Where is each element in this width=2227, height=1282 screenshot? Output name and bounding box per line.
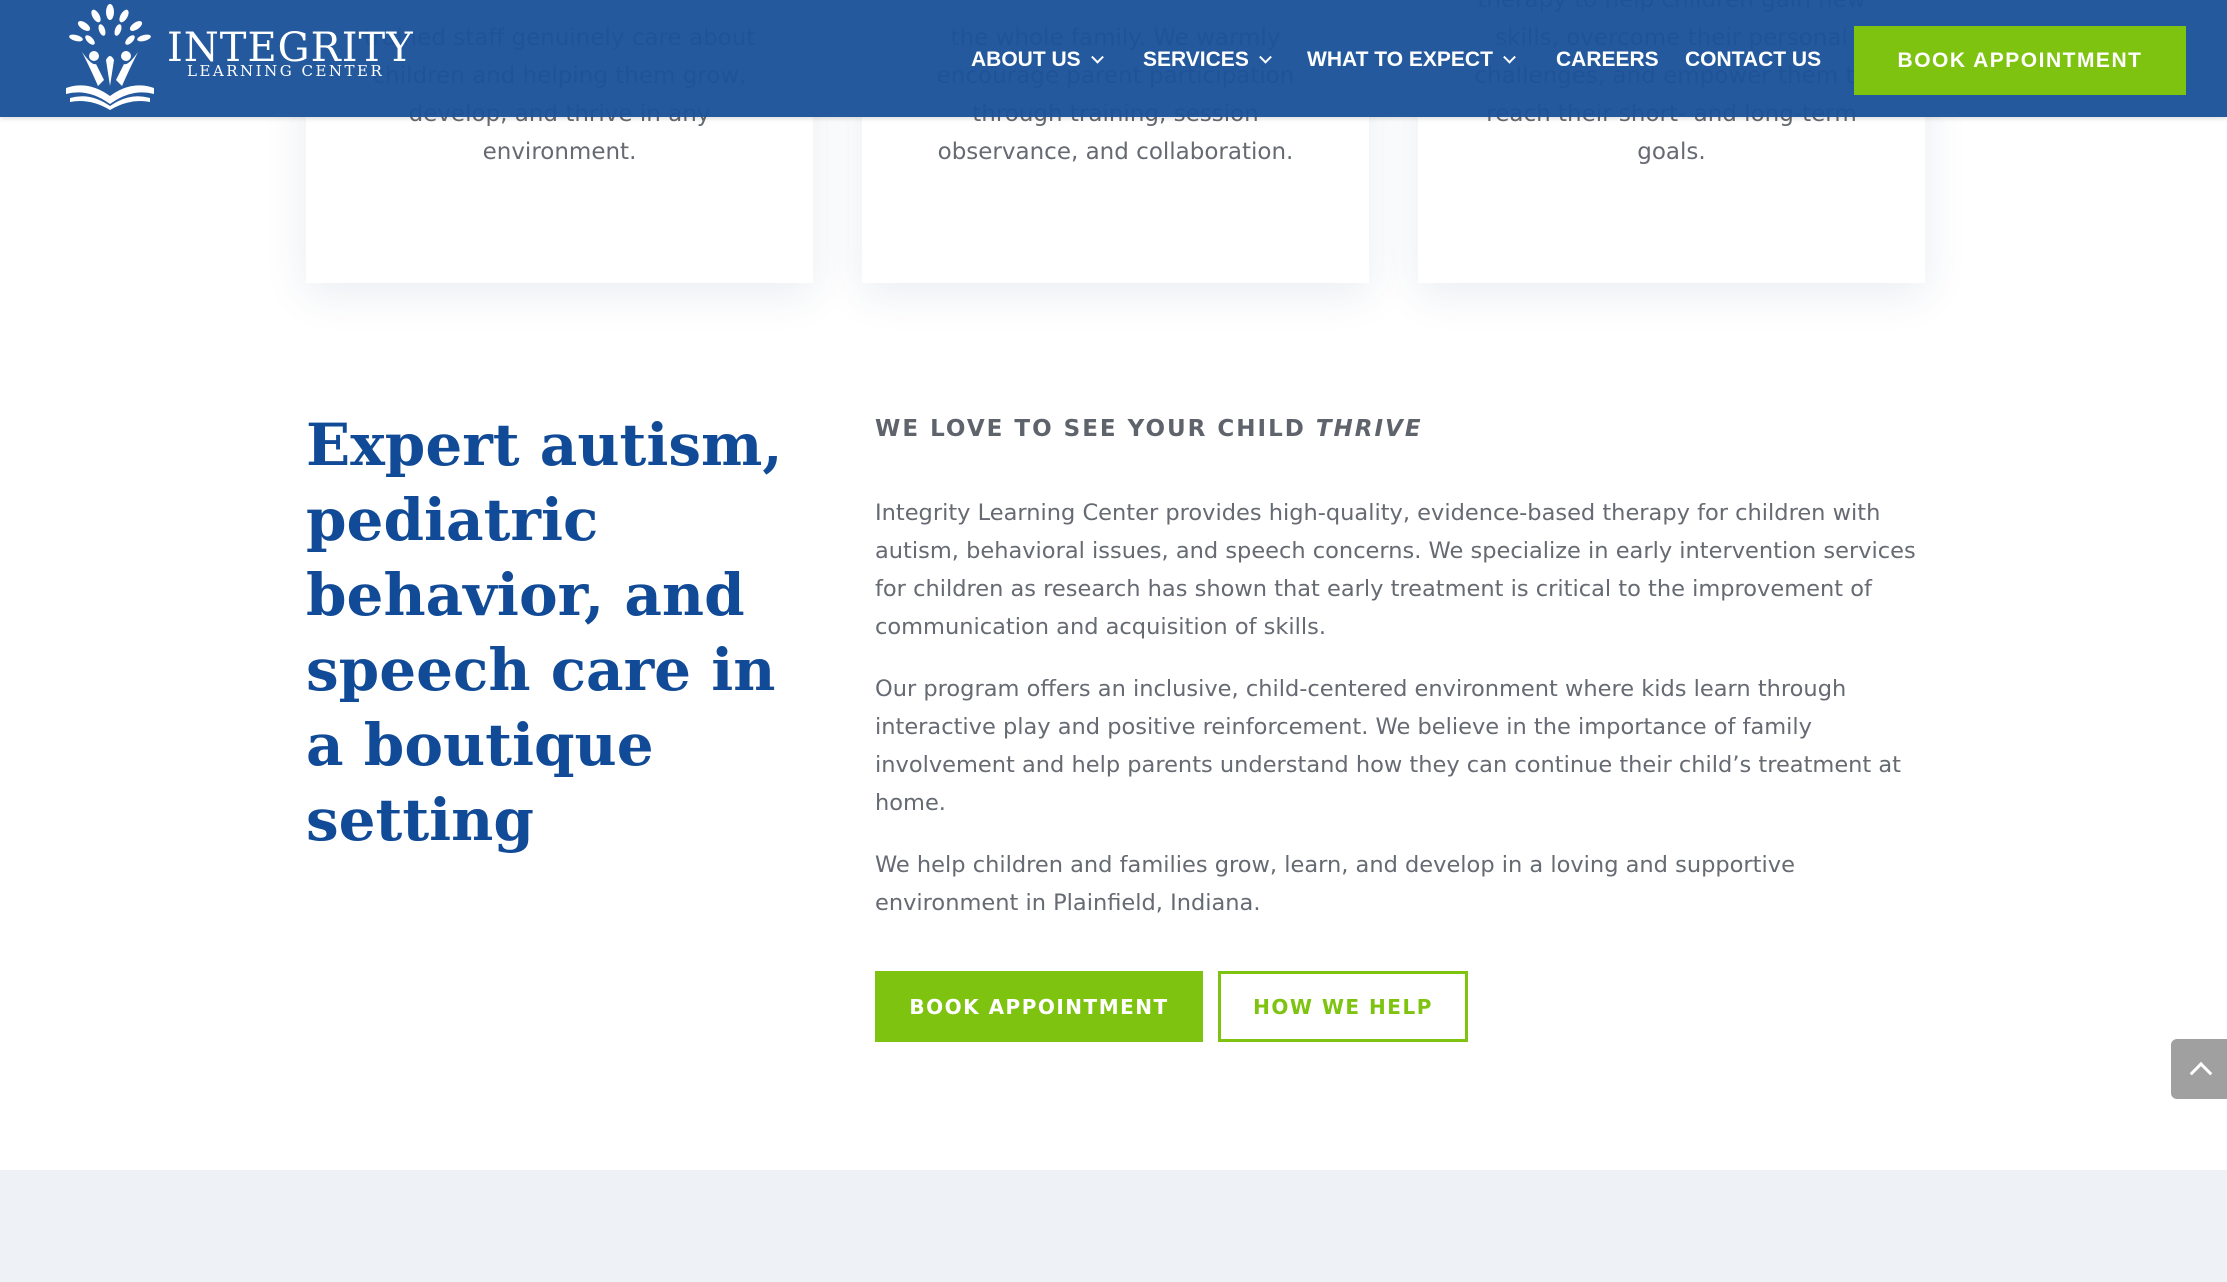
next-section-background: [0, 1170, 2227, 1282]
location-paragraph: We help children and families grow, lear…: [875, 852, 1795, 916]
nav-about-us[interactable]: ABOUT US: [971, 45, 1104, 75]
section-subtitle: WE LOVE TO SEE YOUR CHILD THRIVE: [875, 414, 1423, 444]
subtitle-prefix: WE LOVE TO SEE YOUR CHILD: [875, 416, 1316, 442]
how-we-help-button[interactable]: HOW WE HELP: [1218, 971, 1468, 1042]
nav-label: ABOUT US: [971, 48, 1081, 71]
site-header: INTEGRITY LEARNING CENTER ABOUT US SERVI…: [0, 0, 2227, 117]
logo-subtitle: LEARNING CENTER: [187, 62, 385, 80]
tree-book-children-logo-icon: [66, 4, 154, 110]
section-headline: Expert autism, pediatric behavior, and s…: [306, 411, 783, 854]
nav-label: CONTACT US: [1685, 48, 1822, 71]
chevron-up-icon: [2189, 1061, 2213, 1085]
chevron-down-icon: [1090, 50, 1104, 64]
nav-label: SERVICES: [1143, 48, 1249, 71]
nav-label: CAREERS: [1556, 48, 1659, 71]
nav-services[interactable]: SERVICES: [1143, 45, 1272, 75]
scroll-to-top-button[interactable]: [2171, 1039, 2227, 1099]
nav-careers[interactable]: CAREERS: [1556, 45, 1659, 75]
subtitle-emphasis: THRIVE: [1315, 416, 1423, 442]
chevron-down-icon: [1503, 50, 1516, 64]
intro-paragraph: Integrity Learning Center provides high-…: [875, 500, 1916, 640]
book-appointment-button[interactable]: BOOK APPOINTMENT: [875, 971, 1203, 1042]
site-logo[interactable]: INTEGRITY LEARNING CENTER: [52, 0, 413, 112]
nav-label: WHAT TO EXPECT: [1307, 48, 1493, 71]
chevron-down-icon: [1258, 50, 1272, 64]
nav-what-to-expect[interactable]: WHAT TO EXPECT: [1307, 45, 1516, 75]
program-paragraph: Our program offers an inclusive, child-c…: [875, 676, 1902, 816]
nav-contact-us[interactable]: CONTACT US: [1685, 45, 1821, 75]
header-book-appointment-button[interactable]: BOOK APPOINTMENT: [1854, 26, 2186, 95]
